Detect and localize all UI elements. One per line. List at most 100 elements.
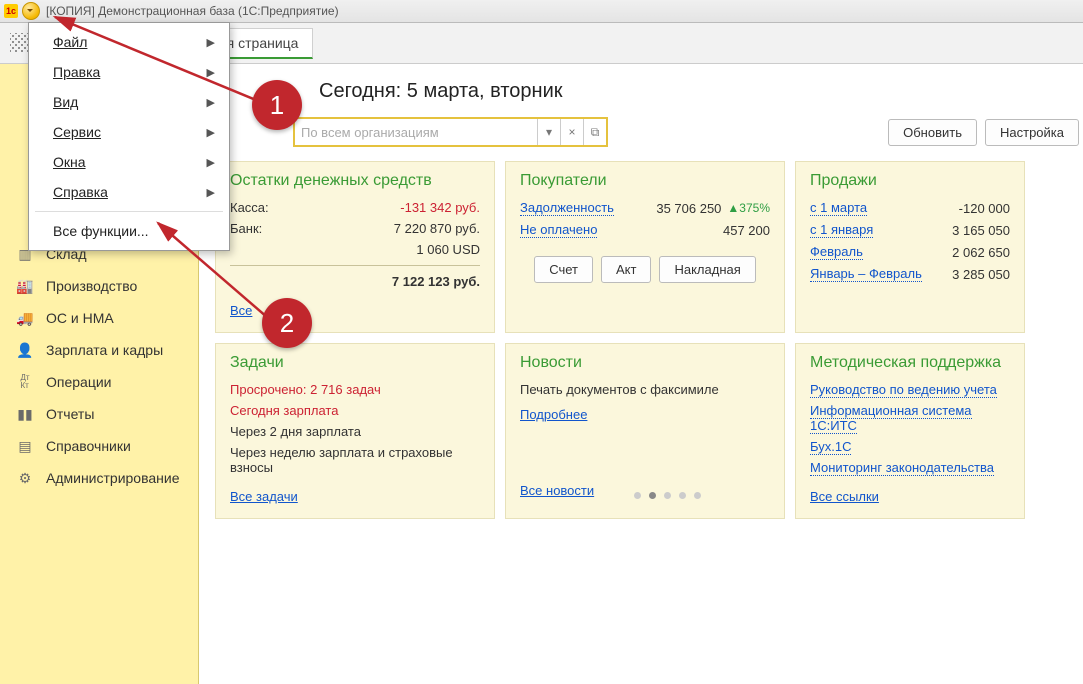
menu-view[interactable]: Вид▶ (29, 87, 229, 117)
card-title: Задачи (230, 354, 480, 372)
sales-from-jan-value: 3 165 050 (952, 223, 1010, 238)
news-all-link[interactable]: Все новости (520, 483, 594, 498)
truck-icon: 🚚 (16, 310, 34, 326)
sidebar-item-label: Производство (46, 278, 137, 294)
sales-from-jan-link[interactable]: с 1 января (810, 222, 873, 238)
sales-feb-link[interactable]: Февраль (810, 244, 863, 260)
apps-grid-icon[interactable] (10, 33, 30, 53)
card-buyers: Покупатели Задолженность 35 706 250 ▲375… (505, 161, 785, 333)
waybill-button[interactable]: Накладная (659, 256, 755, 283)
cash-kassa-label: Касса: (230, 200, 269, 215)
sales-feb-value: 2 062 650 (952, 245, 1010, 260)
refresh-button[interactable]: Обновить (888, 119, 977, 146)
chevron-right-icon: ▶ (207, 186, 215, 199)
menu-service[interactable]: Сервис▶ (29, 117, 229, 147)
sidebar-item-catalogs[interactable]: ▤ Справочники (0, 430, 198, 462)
buyers-debt-value: 35 706 250 (656, 201, 721, 216)
annotation-callout-1: 1 (252, 80, 302, 130)
org-dropdown-button[interactable]: ▾ (537, 119, 560, 145)
card-support: Методическая поддержка Руководство по ве… (795, 343, 1025, 519)
cash-total: 7 122 123 руб. (392, 274, 480, 289)
chevron-right-icon: ▶ (207, 126, 215, 139)
support-link-monitoring[interactable]: Мониторинг законодательства (810, 460, 994, 476)
buyers-debt-link[interactable]: Задолженность (520, 200, 614, 216)
chart-icon: ▮▮ (16, 406, 34, 422)
sales-from-mar-value: -120 000 (959, 201, 1010, 216)
sidebar-item-label: Зарплата и кадры (46, 342, 163, 358)
main-menu-popup: Файл▶ Правка▶ Вид▶ Сервис▶ Окна▶ Справка… (28, 22, 230, 251)
window-titlebar: 1c [КОПИЯ] Демонстрационная база (1С:Пре… (0, 0, 1083, 23)
today-heading: Сегодня: 5 марта, вторник (319, 80, 1079, 103)
card-tasks: Задачи Просрочено: 2 716 задач Сегодня з… (215, 343, 495, 519)
sidebar-item-reports[interactable]: ▮▮ Отчеты (0, 398, 198, 430)
cash-all-link[interactable]: Все (230, 303, 252, 318)
card-title: Покупатели (520, 172, 770, 190)
sidebar-item-label: Отчеты (46, 406, 94, 422)
settings-button[interactable]: Настройка (985, 119, 1079, 146)
sidebar-item-label: ОС и НМА (46, 310, 114, 326)
card-title: Остатки денежных средств (230, 172, 480, 190)
main-menu-dropdown-icon[interactable] (22, 2, 40, 20)
card-cash-balances: Остатки денежных средств Касса: -131 342… (215, 161, 495, 333)
app-logo-icon: 1c (4, 4, 18, 18)
menu-file[interactable]: Файл▶ (29, 27, 229, 57)
org-expand-button[interactable]: ⧉ (583, 119, 606, 145)
support-link-guide[interactable]: Руководство по ведению учета (810, 382, 997, 398)
menu-help[interactable]: Справка▶ (29, 177, 229, 207)
cash-bank-value: 7 220 870 руб. (394, 221, 480, 236)
cash-usd-value: 1 060 USD (416, 242, 480, 257)
tasks-in2days: Через 2 дня зарплата (230, 424, 480, 439)
sidebar-item-admin[interactable]: ⚙ Администрирование (0, 462, 198, 494)
person-icon: 👤 (16, 342, 34, 358)
sidebar-item-label: Операции (46, 374, 112, 390)
annotation-callout-2: 2 (262, 298, 312, 348)
operations-icon: ДтКт (16, 374, 34, 390)
gear-icon: ⚙ (16, 470, 34, 486)
tasks-today: Сегодня зарплата (230, 403, 480, 418)
buyers-unpaid-link[interactable]: Не оплачено (520, 222, 597, 238)
chevron-right-icon: ▶ (207, 36, 215, 49)
cash-bank-label: Банк: (230, 221, 262, 236)
news-pager[interactable] (634, 492, 701, 499)
tasks-week: Через неделю зарплата и страховые взносы (230, 445, 480, 475)
card-title: Продажи (810, 172, 1010, 190)
tasks-overdue: Просрочено: 2 716 задач (230, 382, 480, 397)
sidebar-item-zarplata[interactable]: 👤 Зарплата и кадры (0, 334, 198, 366)
card-sales: Продажи с 1 марта -120 000 с 1 января 3 16… (795, 161, 1025, 333)
support-link-buh1c[interactable]: Бух.1С (810, 439, 851, 455)
buyers-unpaid-value: 457 200 (723, 223, 770, 238)
menu-windows[interactable]: Окна▶ (29, 147, 229, 177)
act-button[interactable]: Акт (601, 256, 651, 283)
card-title: Методическая поддержка (810, 354, 1010, 372)
chevron-right-icon: ▶ (207, 96, 215, 109)
news-line: Печать документов с факсимиле (520, 382, 770, 397)
sidebar-item-label: Справочники (46, 438, 131, 454)
support-link-its[interactable]: Информационная система 1С:ИТС (810, 403, 972, 434)
organization-input[interactable]: По всем организациям (295, 119, 537, 145)
chevron-right-icon: ▶ (207, 156, 215, 169)
tasks-all-link[interactable]: Все задачи (230, 489, 298, 504)
org-clear-button[interactable]: × (560, 119, 583, 145)
window-title: [КОПИЯ] Демонстрационная база (1С:Предпр… (46, 4, 339, 18)
sales-jan-feb-value: 3 285 050 (952, 267, 1010, 282)
card-news: Новости Печать документов с факсимиле По… (505, 343, 785, 519)
sidebar-item-os-nma[interactable]: 🚚 ОС и НМА (0, 302, 198, 334)
sidebar-item-operations[interactable]: ДтКт Операции (0, 366, 198, 398)
main-content: Сегодня: 5 марта, вторник По всем органи… (199, 64, 1083, 684)
sales-from-mar-link[interactable]: с 1 марта (810, 200, 867, 216)
menu-edit[interactable]: Правка▶ (29, 57, 229, 87)
news-more-link[interactable]: Подробнее (520, 407, 587, 422)
support-all-link[interactable]: Все ссылки (810, 489, 879, 504)
cash-kassa-value: -131 342 руб. (400, 200, 480, 215)
factory-icon: 🏭 (16, 278, 34, 294)
book-icon: ▤ (16, 438, 34, 454)
organization-selector[interactable]: По всем организациям ▾ × ⧉ (293, 117, 608, 147)
sales-jan-feb-link[interactable]: Январь – Февраль (810, 266, 922, 282)
sidebar-item-label: Администрирование (46, 470, 180, 486)
sidebar-item-production[interactable]: 🏭 Производство (0, 270, 198, 302)
buyers-debt-delta: ▲375% (727, 201, 770, 215)
card-title: Новости (520, 354, 770, 372)
menu-all-functions[interactable]: Все функции... (29, 216, 229, 246)
invoice-button[interactable]: Счет (534, 256, 593, 283)
chevron-right-icon: ▶ (207, 66, 215, 79)
